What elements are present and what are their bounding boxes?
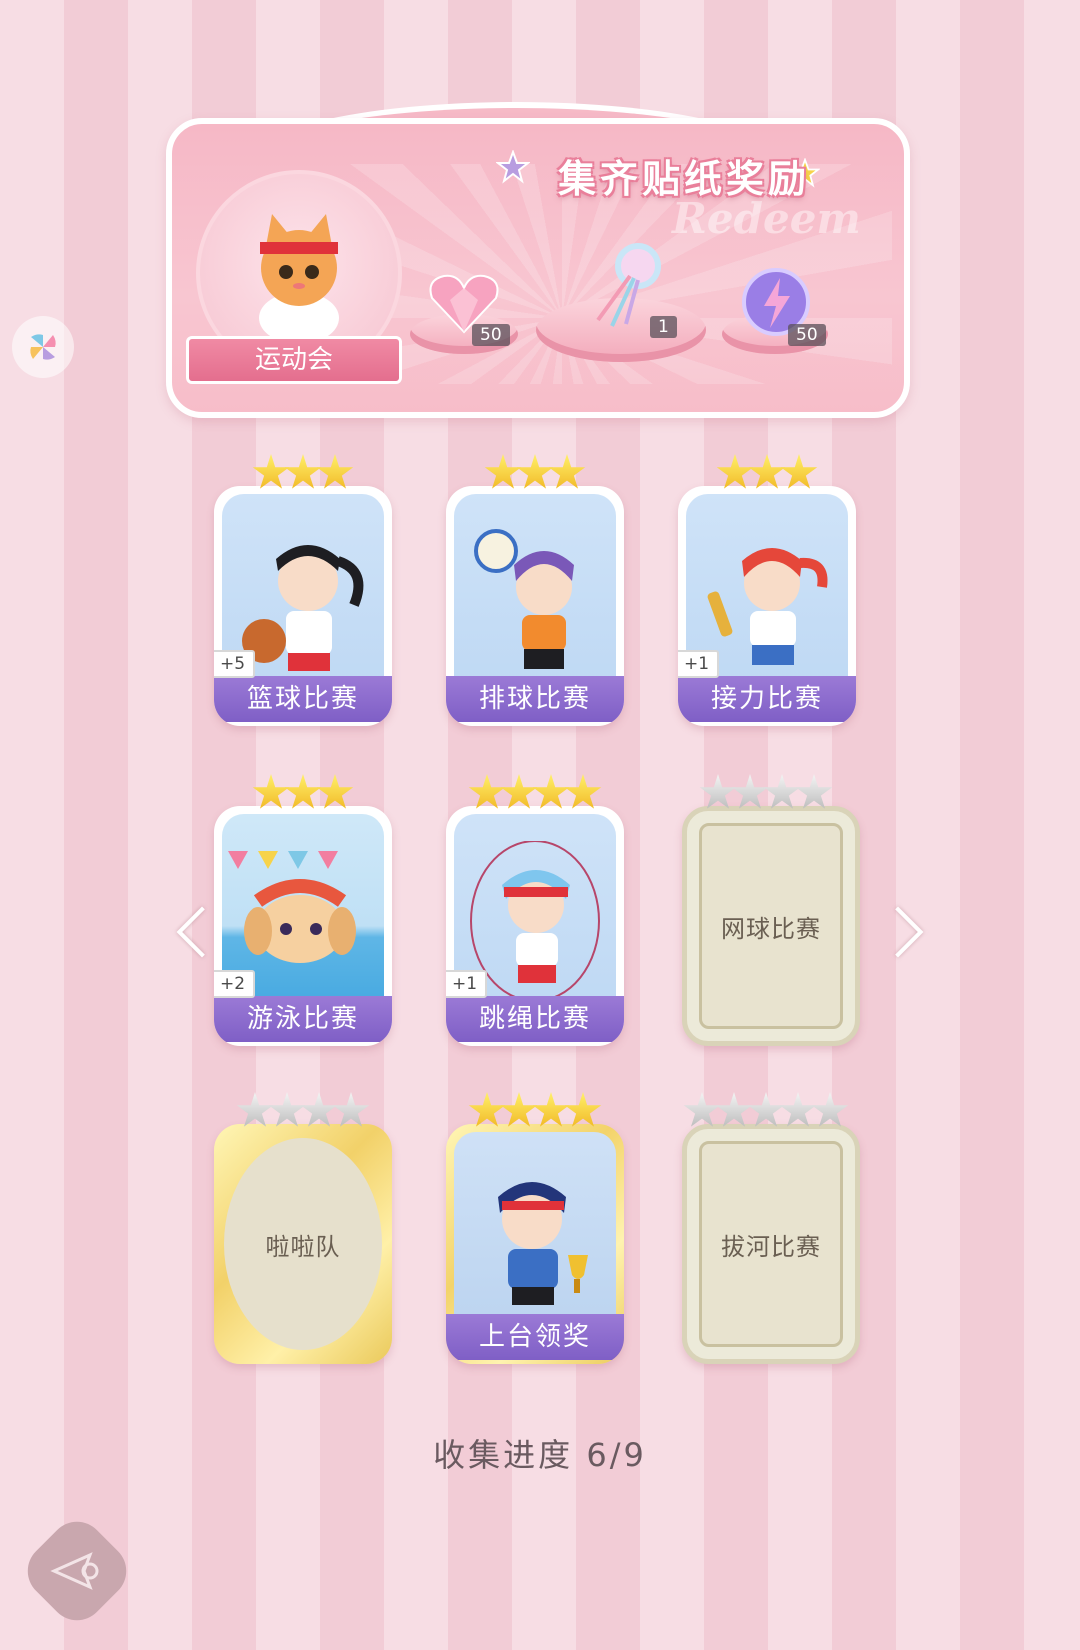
collection-progress: 收集进度 6/9 bbox=[0, 1430, 1080, 1476]
ribbon-bouquet-icon bbox=[596, 243, 661, 327]
star-rating bbox=[677, 774, 855, 812]
sticker-card[interactable]: 篮球比赛 +5 bbox=[214, 454, 392, 730]
purple-star-icon bbox=[496, 150, 530, 184]
progress-value: 6/9 bbox=[586, 1436, 647, 1474]
sticker-card-locked[interactable]: 网球比赛 bbox=[682, 774, 860, 1050]
gray-star-icon bbox=[715, 1092, 753, 1127]
gold-star-icon bbox=[500, 1092, 538, 1127]
gold-star-icon bbox=[284, 454, 322, 489]
gray-star-icon bbox=[731, 774, 769, 809]
reward-item-2[interactable] bbox=[568, 236, 678, 328]
gray-star-icon bbox=[236, 1092, 274, 1127]
gold-star-icon bbox=[564, 1092, 602, 1127]
reward-qty-3: 50 bbox=[788, 324, 826, 346]
gold-star-icon bbox=[532, 774, 570, 809]
card-label: 排球比赛 bbox=[446, 676, 624, 722]
gray-star-icon bbox=[683, 1092, 721, 1127]
gray-star-icon bbox=[699, 774, 737, 809]
gold-star-icon bbox=[252, 774, 290, 809]
event-name-ribbon: 运动会 bbox=[186, 336, 402, 384]
duplicate-count: +1 bbox=[446, 970, 488, 998]
card-frame: 篮球比赛 +5 bbox=[214, 486, 392, 726]
star-rating bbox=[446, 1092, 624, 1130]
card-art-placeholder: 啦啦队 bbox=[224, 1138, 382, 1350]
gold-star-icon bbox=[316, 774, 354, 809]
gold-star-icon bbox=[468, 1092, 506, 1127]
gold-star-icon bbox=[468, 774, 506, 809]
duplicate-count: +1 bbox=[678, 650, 720, 678]
card-frame: 接力比赛 +1 bbox=[678, 486, 856, 726]
duplicate-count: +5 bbox=[214, 650, 256, 678]
gold-star-icon bbox=[516, 454, 554, 489]
gold-star-icon bbox=[564, 774, 602, 809]
gold-star-icon bbox=[284, 774, 322, 809]
cat-athlete-icon bbox=[259, 214, 339, 344]
sticker-card-locked[interactable]: 啦啦队 bbox=[214, 1092, 392, 1368]
sticker-card[interactable]: 上台领奖 bbox=[446, 1092, 624, 1368]
card-label: 上台领奖 bbox=[446, 1314, 624, 1360]
sticker-card[interactable]: 跳绳比赛 +1 bbox=[446, 774, 624, 1050]
star-rating bbox=[678, 454, 856, 492]
sticker-reward-banner: Redeem 集齐贴纸奖励 运动会 50 1 50 bbox=[166, 102, 910, 418]
gold-star-icon bbox=[252, 454, 290, 489]
reward-qty-1: 50 bbox=[472, 324, 510, 346]
card-locked-label: 网球比赛 bbox=[721, 914, 821, 943]
card-label: 接力比赛 bbox=[678, 676, 856, 722]
sticker-card[interactable]: 接力比赛 +1 bbox=[678, 454, 856, 730]
card-frame: 拔河比赛 bbox=[682, 1124, 860, 1364]
gold-star-icon bbox=[500, 774, 538, 809]
star-rating bbox=[446, 774, 624, 812]
star-rating bbox=[214, 454, 392, 492]
gold-star-icon bbox=[484, 454, 522, 489]
star-rating bbox=[214, 774, 392, 812]
gray-star-icon bbox=[795, 774, 833, 809]
gold-star-icon bbox=[548, 454, 586, 489]
next-page-chevron-icon[interactable] bbox=[872, 906, 924, 958]
card-frame: 啦啦队 bbox=[214, 1124, 392, 1364]
duplicate-count: +2 bbox=[214, 970, 256, 998]
sticker-card-locked[interactable]: 拔河比赛 bbox=[682, 1092, 860, 1368]
gray-star-icon bbox=[268, 1092, 306, 1127]
gold-star-icon bbox=[532, 1092, 570, 1127]
pinwheel-icon bbox=[30, 334, 56, 360]
card-frame: 网球比赛 bbox=[682, 806, 860, 1046]
gray-star-icon bbox=[779, 1092, 817, 1127]
star-rating bbox=[214, 1092, 392, 1130]
gold-star-icon bbox=[316, 454, 354, 489]
gray-star-icon bbox=[747, 1092, 785, 1127]
trophy-girl-icon bbox=[498, 1182, 588, 1305]
back-button[interactable] bbox=[16, 1510, 138, 1632]
card-frame: 游泳比赛 +2 bbox=[214, 806, 392, 1046]
star-rating bbox=[662, 1092, 870, 1130]
card-locked-label: 啦啦队 bbox=[265, 1232, 341, 1261]
gray-star-icon bbox=[811, 1092, 849, 1127]
back-arrow-icon bbox=[50, 1552, 99, 1590]
banner-title: 集齐贴纸奖励 bbox=[558, 157, 811, 201]
gray-star-icon bbox=[332, 1092, 370, 1127]
sticker-card[interactable]: 排球比赛 bbox=[446, 454, 624, 730]
card-frame: 上台领奖 bbox=[446, 1124, 624, 1364]
volleyball-girl-icon bbox=[474, 529, 574, 669]
progress-label: 收集进度 bbox=[433, 1436, 574, 1474]
card-label: 跳绳比赛 bbox=[446, 996, 624, 1042]
gray-star-icon bbox=[763, 774, 801, 809]
card-label: 游泳比赛 bbox=[214, 996, 392, 1042]
reward-qty-2: 1 bbox=[650, 316, 677, 338]
star-rating bbox=[446, 454, 624, 492]
card-frame: 跳绳比赛 +1 bbox=[446, 806, 624, 1046]
sticker-card[interactable]: 游泳比赛 +2 bbox=[214, 774, 392, 1050]
card-locked-label: 拔河比赛 bbox=[721, 1232, 821, 1261]
card-art-placeholder: 网球比赛 bbox=[699, 823, 843, 1029]
gold-star-icon bbox=[748, 454, 786, 489]
card-frame: 排球比赛 bbox=[446, 486, 624, 726]
gold-star-icon bbox=[780, 454, 818, 489]
card-label: 篮球比赛 bbox=[214, 676, 392, 722]
gold-star-icon bbox=[716, 454, 754, 489]
card-art-placeholder: 拔河比赛 bbox=[699, 1141, 843, 1347]
pinwheel-button[interactable] bbox=[12, 316, 74, 378]
gray-star-icon bbox=[300, 1092, 338, 1127]
